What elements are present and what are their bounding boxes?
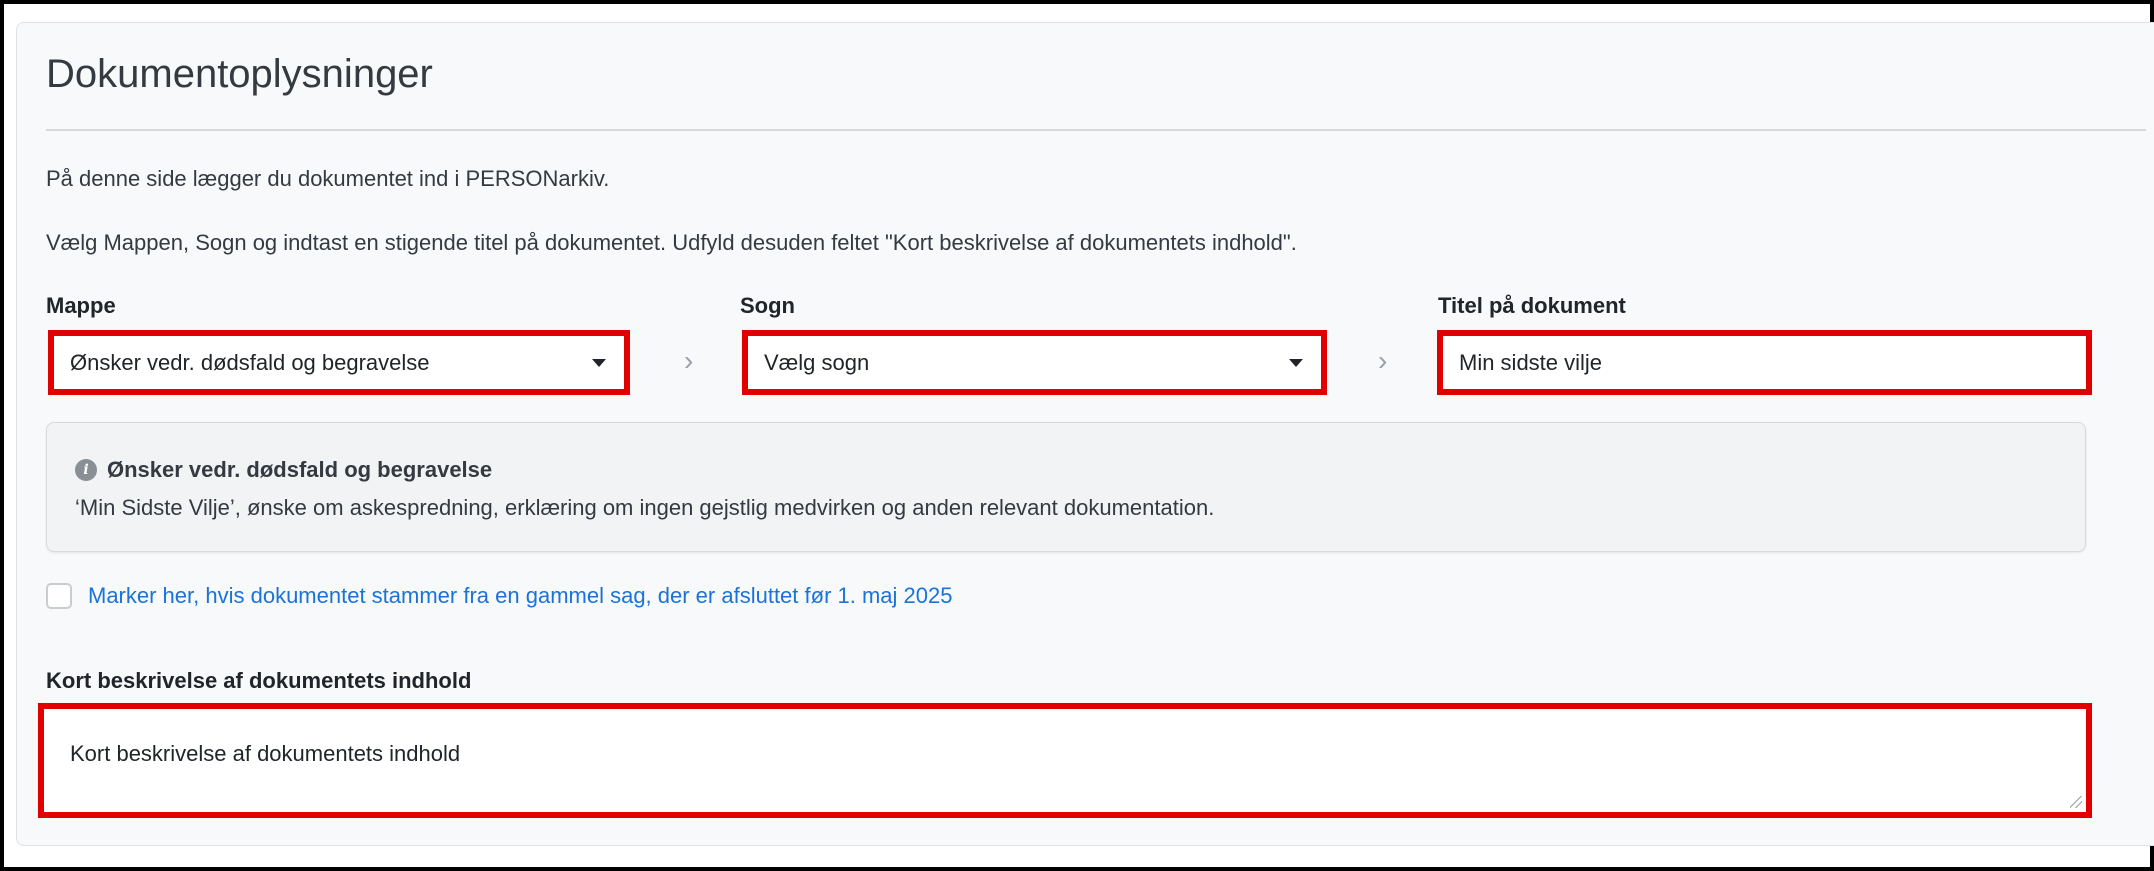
page-title: Dokumentoplysninger: [46, 52, 433, 96]
titel-input[interactable]: Min sidste vilje: [1437, 330, 2092, 395]
description-placeholder: Kort beskrivelse af dokumentets indhold: [70, 741, 461, 766]
chevron-right-icon: ›: [684, 345, 694, 376]
caret-down-icon: [592, 358, 606, 367]
sogn-label: Sogn: [740, 293, 795, 318]
info-box-title: Ønsker vedr. dødsfald og begravelse: [107, 457, 493, 482]
mappe-select[interactable]: Ønsker vedr. dødsfald og begravelse: [48, 330, 630, 395]
info-icon: i: [75, 459, 97, 481]
caret-down-icon: [1289, 358, 1303, 367]
intro-text-2: Vælg Mappen, Sogn og indtast en stigende…: [46, 230, 1297, 255]
info-box-title-row: i Ønsker vedr. dødsfald og begravelse: [75, 457, 492, 483]
chevron-right-icon: ›: [1378, 345, 1388, 376]
mappe-label: Mappe: [46, 293, 116, 318]
old-case-checkbox[interactable]: [46, 583, 72, 609]
titel-input-value: Min sidste vilje: [1459, 349, 1603, 375]
mappe-info-box: i Ønsker vedr. dødsfald og begravelse ‘M…: [46, 422, 2086, 552]
old-case-checkbox-row[interactable]: Marker her, hvis dokumentet stammer fra …: [46, 583, 952, 609]
sogn-select[interactable]: Vælg sogn: [742, 330, 1327, 395]
titel-label: Titel på dokument: [1438, 293, 1626, 318]
description-textarea[interactable]: Kort beskrivelse af dokumentets indhold: [38, 703, 2092, 818]
resize-handle-icon[interactable]: [2070, 796, 2082, 808]
sogn-select-value: Vælg sogn: [764, 349, 870, 375]
old-case-checkbox-label[interactable]: Marker her, hvis dokumentet stammer fra …: [88, 583, 952, 609]
intro-text-1: På denne side lægger du dokumentet ind i…: [46, 166, 610, 191]
description-label: Kort beskrivelse af dokumentets indhold: [46, 668, 472, 693]
title-divider: [46, 129, 2146, 131]
info-box-text: ‘Min Sidste Vilje’, ønske om askespredni…: [75, 495, 1215, 520]
mappe-select-value: Ønsker vedr. dødsfald og begravelse: [70, 349, 430, 375]
